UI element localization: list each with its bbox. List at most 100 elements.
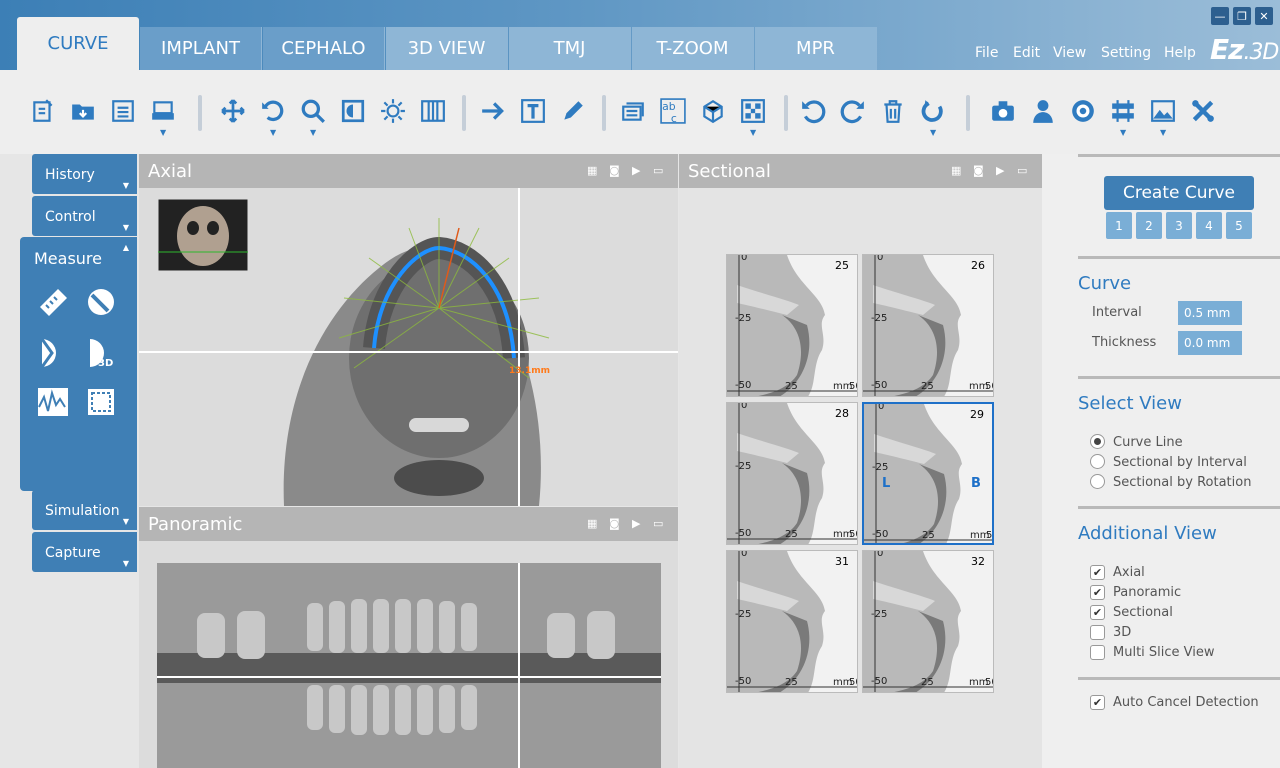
- camera-icon[interactable]: [988, 96, 1018, 126]
- panoramic-view[interactable]: Panoramic ▦ ◙ ▶ ▭: [139, 507, 678, 768]
- tab-implant[interactable]: IMPLANT: [140, 27, 262, 70]
- layout-grid-icon[interactable]: ▦: [587, 517, 599, 530]
- print-icon[interactable]: [148, 96, 178, 126]
- sectional-slice[interactable]: 290-25-5025mm50LB: [862, 402, 994, 545]
- text-tool-icon[interactable]: [518, 96, 548, 126]
- trash-icon[interactable]: [878, 96, 908, 126]
- grid-dropdown-icon[interactable]: ▼: [750, 128, 756, 137]
- angle-icon[interactable]: [36, 335, 70, 369]
- measure-title[interactable]: Measure: [34, 249, 102, 268]
- sectional-slice[interactable]: 320-25-5025mm50: [862, 550, 994, 693]
- layers-icon[interactable]: [618, 96, 648, 126]
- create-curve-button[interactable]: Create Curve: [1104, 176, 1254, 210]
- tab-tmj[interactable]: TMJ: [509, 27, 631, 70]
- region-select-icon[interactable]: [84, 385, 118, 419]
- sidebar-control[interactable]: Control ▼: [32, 196, 137, 236]
- tab-mpr[interactable]: MPR: [755, 27, 877, 70]
- axial-view[interactable]: Axial ▦ ◙ ▶ ▭ 13.1mm: [139, 154, 678, 506]
- menu-file[interactable]: File: [975, 45, 998, 61]
- play-icon[interactable]: ▶: [996, 164, 1008, 177]
- snapshot-icon[interactable]: ◙: [973, 164, 985, 177]
- tab-cephalo[interactable]: CEPHALO: [263, 27, 385, 70]
- abc-label-icon[interactable]: ab c: [658, 96, 688, 126]
- minimize-button[interactable]: —: [1211, 7, 1229, 25]
- tab-t-zoom[interactable]: T-ZOOM: [632, 27, 754, 70]
- sectional-checkbox[interactable]: ✔: [1090, 605, 1105, 620]
- tape-measure-icon[interactable]: [84, 285, 118, 319]
- maximize-icon[interactable]: ▭: [653, 517, 665, 530]
- align-dropdown-icon[interactable]: ▼: [1120, 128, 1126, 137]
- zoom-dropdown-icon[interactable]: ▼: [310, 128, 316, 137]
- play-icon[interactable]: ▶: [632, 517, 644, 530]
- layout-grid-icon[interactable]: ▦: [951, 164, 963, 177]
- thickness-field[interactable]: 0.0 mm: [1178, 331, 1242, 355]
- patient-icon[interactable]: [1028, 96, 1058, 126]
- save-icon[interactable]: [108, 96, 138, 126]
- pencil-icon[interactable]: [558, 96, 588, 126]
- open-folder-icon[interactable]: [68, 96, 98, 126]
- rotate-dropdown-icon[interactable]: ▼: [270, 128, 276, 137]
- ruler-icon[interactable]: [36, 285, 70, 319]
- menu-edit[interactable]: Edit: [1013, 45, 1040, 61]
- menu-view[interactable]: View: [1053, 45, 1086, 61]
- export-icon[interactable]: [28, 96, 58, 126]
- menu-help[interactable]: Help: [1164, 45, 1196, 61]
- maximize-icon[interactable]: ▭: [1017, 164, 1029, 177]
- layout-grid-icon[interactable]: ▦: [587, 164, 599, 177]
- tab-curve[interactable]: CURVE: [17, 17, 139, 70]
- sectional-rotation-radio[interactable]: [1090, 474, 1105, 489]
- move-icon[interactable]: [218, 96, 248, 126]
- sidebar-capture[interactable]: Capture ▼: [32, 532, 137, 572]
- preset-3-button[interactable]: 3: [1166, 212, 1192, 239]
- cube-icon[interactable]: [698, 96, 728, 126]
- auto-cancel-checkbox[interactable]: ✔: [1090, 695, 1105, 710]
- sidebar-history[interactable]: History ▼: [32, 154, 137, 194]
- chevron-up-icon[interactable]: ▲: [123, 243, 129, 252]
- sectional-interval-radio[interactable]: [1090, 454, 1105, 469]
- sectional-slice[interactable]: 260-25-5025mm50: [862, 254, 994, 397]
- panoramic-checkbox[interactable]: ✔: [1090, 585, 1105, 600]
- preset-5-button[interactable]: 5: [1226, 212, 1252, 239]
- interval-field[interactable]: 0.5 mm: [1178, 301, 1242, 325]
- reset-icon[interactable]: [918, 96, 948, 126]
- grid-pattern-icon[interactable]: [738, 96, 768, 126]
- 3d-checkbox[interactable]: [1090, 625, 1105, 640]
- layout-columns-icon[interactable]: [418, 96, 448, 126]
- print-dropdown-icon[interactable]: ▼: [160, 128, 166, 137]
- tab-3d-view[interactable]: 3D VIEW: [386, 27, 508, 70]
- restore-button[interactable]: ❐: [1233, 7, 1251, 25]
- undo-rotate-icon[interactable]: [258, 96, 288, 126]
- close-button[interactable]: ✕: [1255, 7, 1273, 25]
- preset-2-button[interactable]: 2: [1136, 212, 1162, 239]
- undo-icon[interactable]: [798, 96, 828, 126]
- panoramic-scan-image[interactable]: [157, 563, 661, 768]
- zoom-icon[interactable]: [298, 96, 328, 126]
- image-icon[interactable]: [1148, 96, 1178, 126]
- contrast-icon[interactable]: [338, 96, 368, 126]
- profile-icon[interactable]: [36, 385, 70, 419]
- axial-checkbox[interactable]: ✔: [1090, 565, 1105, 580]
- reset-dropdown-icon[interactable]: ▼: [930, 128, 936, 137]
- sidebar-simulation[interactable]: Simulation ▼: [32, 490, 137, 530]
- snapshot-icon[interactable]: ◙: [609, 164, 621, 177]
- sectional-slice[interactable]: 250-25-5025mm50: [726, 254, 858, 397]
- maximize-icon[interactable]: ▭: [653, 164, 665, 177]
- redo-icon[interactable]: [838, 96, 868, 126]
- target-icon[interactable]: [1068, 96, 1098, 126]
- image-dropdown-icon[interactable]: ▼: [1160, 128, 1166, 137]
- brightness-icon[interactable]: [378, 96, 408, 126]
- sectional-slice[interactable]: 280-25-5025mm50: [726, 402, 858, 545]
- axial-scan-image[interactable]: [139, 188, 678, 506]
- snapshot-icon[interactable]: ◙: [609, 517, 621, 530]
- align-icon[interactable]: [1108, 96, 1138, 126]
- preset-1-button[interactable]: 1: [1106, 212, 1132, 239]
- menu-setting[interactable]: Setting: [1101, 45, 1151, 61]
- multi-slice-checkbox[interactable]: [1090, 645, 1105, 660]
- arrow-icon[interactable]: [478, 96, 508, 126]
- play-icon[interactable]: ▶: [632, 164, 644, 177]
- sectional-slice[interactable]: 310-25-5025mm50: [726, 550, 858, 693]
- curve-line-radio[interactable]: [1090, 434, 1105, 449]
- angle-3d-icon[interactable]: 3D: [84, 335, 118, 369]
- preset-4-button[interactable]: 4: [1196, 212, 1222, 239]
- tools-icon[interactable]: [1188, 96, 1218, 126]
